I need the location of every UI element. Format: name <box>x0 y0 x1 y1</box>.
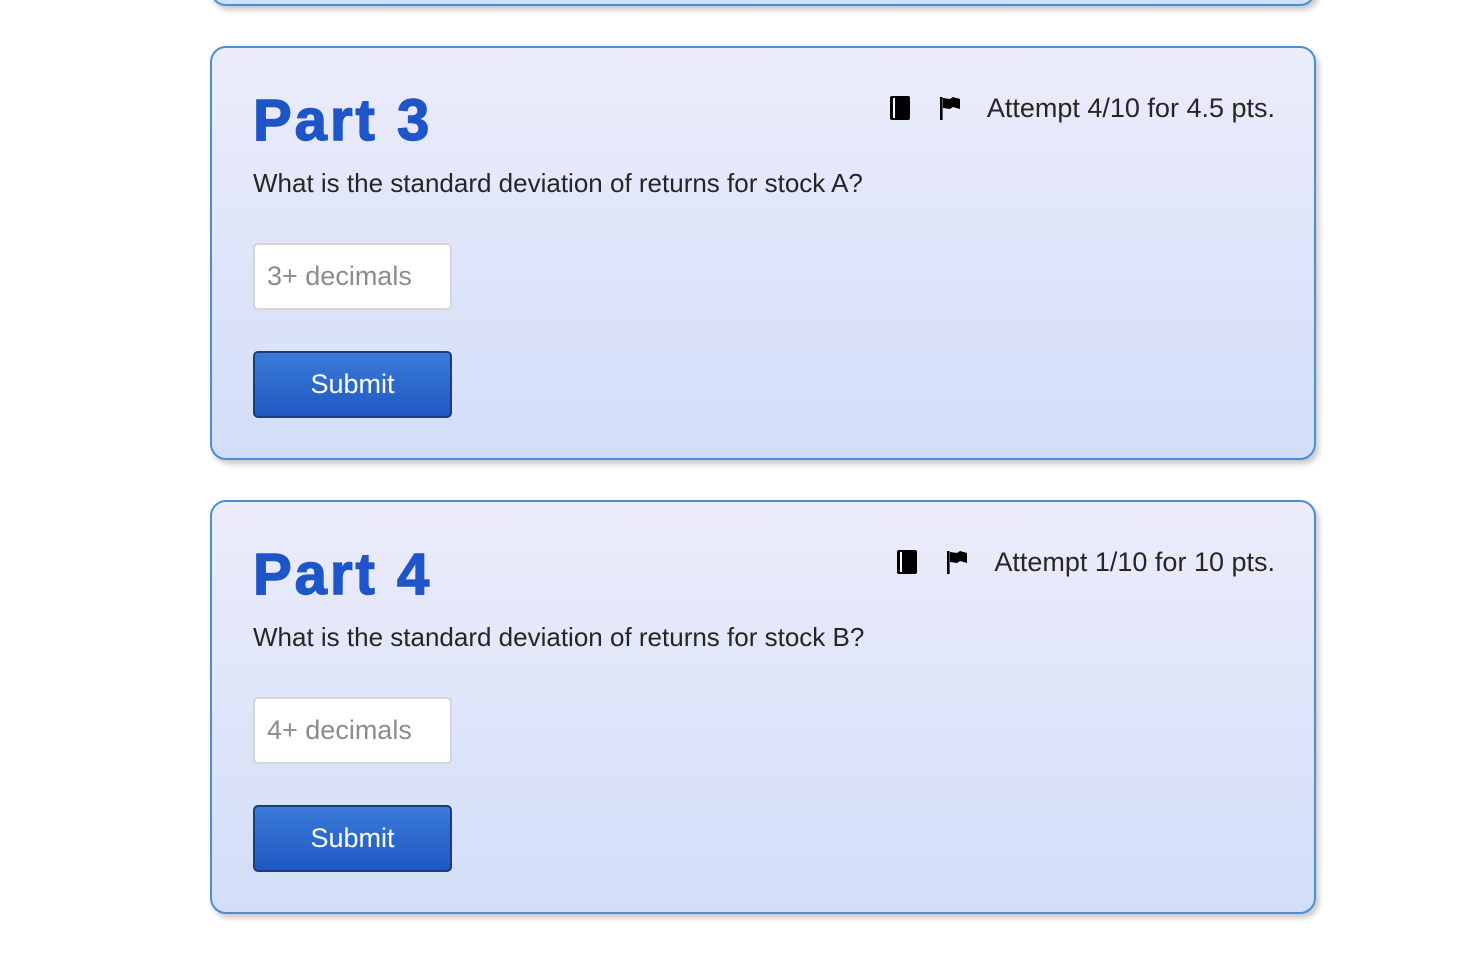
question-text: What is the standard deviation of return… <box>253 622 865 652</box>
book-icon[interactable] <box>887 93 913 123</box>
submit-button[interactable]: Submit <box>253 805 452 872</box>
flag-icon[interactable] <box>937 93 963 123</box>
attempt-info: Attempt 1/10 for 10 pts. <box>994 546 1275 577</box>
part-meta: Attempt 1/10 for 10 pts. <box>894 544 1275 580</box>
part-title: Part 3 <box>252 88 433 153</box>
book-icon[interactable] <box>894 547 920 577</box>
answer-input[interactable] <box>253 697 452 764</box>
submit-button[interactable]: Submit <box>253 351 452 418</box>
flag-icon[interactable] <box>944 547 970 577</box>
part-meta: Attempt 4/10 for 4.5 pts. <box>887 90 1275 126</box>
previous-part-card <box>210 0 1316 6</box>
part-4-card: Part 4 Attempt 1/10 for 10 pts. What is … <box>210 500 1316 914</box>
part-3-card: Part 3 Attempt 4/10 for 4.5 pts. What is… <box>210 46 1316 460</box>
question-text: What is the standard deviation of return… <box>253 168 863 198</box>
answer-input[interactable] <box>253 243 452 310</box>
attempt-info: Attempt 4/10 for 4.5 pts. <box>986 92 1275 123</box>
part-title: Part 4 <box>252 542 433 607</box>
